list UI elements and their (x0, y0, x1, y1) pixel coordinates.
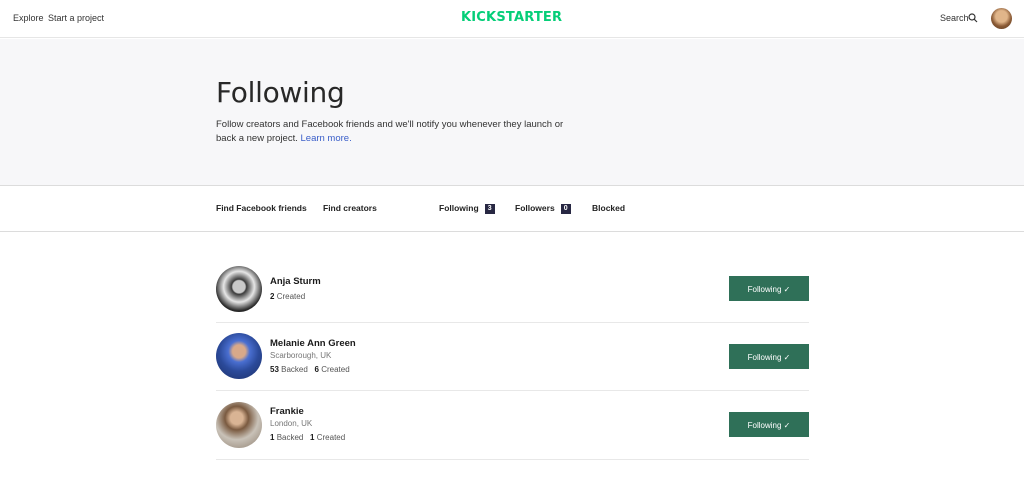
person-stats: 53 Backed 6 Created (270, 365, 350, 374)
search-icon[interactable] (968, 13, 978, 23)
learn-more-link[interactable]: Learn more. (301, 133, 352, 144)
avatar[interactable] (216, 333, 262, 379)
created-count: 1 (310, 433, 315, 442)
person-location: Scarborough, UK (270, 351, 332, 360)
tab-blocked[interactable]: Blocked (592, 203, 625, 213)
avatar[interactable] (216, 402, 262, 448)
created-count: 6 (314, 365, 319, 374)
page-title: Following (216, 76, 345, 109)
tab-label: Following (439, 203, 479, 213)
backed-count: 1 (270, 433, 275, 442)
avatar[interactable] (216, 266, 262, 312)
person-name[interactable]: Frankie (270, 406, 304, 417)
followers-count-badge: 0 (560, 204, 571, 214)
explore-link[interactable]: Explore (13, 13, 44, 23)
description-text: Follow creators and Facebook friends and… (216, 119, 564, 144)
list-item: Melanie Ann Green Scarborough, UK 53 Bac… (216, 323, 809, 391)
tab-bar: Find Facebook friends Find creators Foll… (0, 186, 1024, 232)
search-link[interactable]: Search (940, 13, 969, 23)
following-button[interactable]: Following ✓ (729, 344, 809, 369)
page-description: Follow creators and Facebook friends and… (216, 118, 576, 146)
person-stats: 1 Backed 1 Created (270, 433, 345, 442)
tab-find-creators[interactable]: Find creators (323, 203, 377, 213)
following-count-badge: 3 (484, 204, 495, 214)
following-button[interactable]: Following ✓ (729, 412, 809, 437)
list-item: Anja Sturm 2 Created Following ✓ (216, 256, 809, 323)
user-avatar[interactable] (991, 8, 1012, 29)
tab-label: Blocked (592, 203, 626, 213)
created-label: Created (316, 433, 346, 442)
list-item: Frankie London, UK 1 Backed 1 Created Fo… (216, 391, 809, 460)
backed-label: Backed (276, 433, 304, 442)
created-label: Created (321, 365, 350, 374)
start-project-link[interactable]: Start a project (48, 13, 104, 23)
kickstarter-logo[interactable]: KICKSTARTER (461, 10, 562, 25)
following-button[interactable]: Following ✓ (729, 276, 809, 301)
page-header: Following Follow creators and Facebook f… (0, 39, 1024, 186)
tab-followers[interactable]: Followers 0 (515, 203, 571, 214)
top-nav: Explore Start a project KICKSTARTER Sear… (0, 0, 1024, 38)
tab-label: Followers (515, 203, 555, 213)
tab-find-facebook-friends[interactable]: Find Facebook friends (216, 203, 307, 213)
created-label: Created (276, 292, 306, 301)
created-count: 2 (270, 292, 275, 301)
person-name[interactable]: Anja Sturm (270, 276, 321, 287)
tab-following[interactable]: Following 3 (439, 203, 495, 214)
backed-label: Backed (281, 365, 308, 374)
person-name[interactable]: Melanie Ann Green (270, 338, 356, 349)
person-location: London, UK (270, 419, 313, 428)
tab-label: Find Facebook friends (216, 203, 307, 213)
person-stats: 2 Created (270, 292, 305, 301)
backed-count: 53 (270, 365, 279, 374)
tab-label: Find creators (323, 203, 377, 213)
